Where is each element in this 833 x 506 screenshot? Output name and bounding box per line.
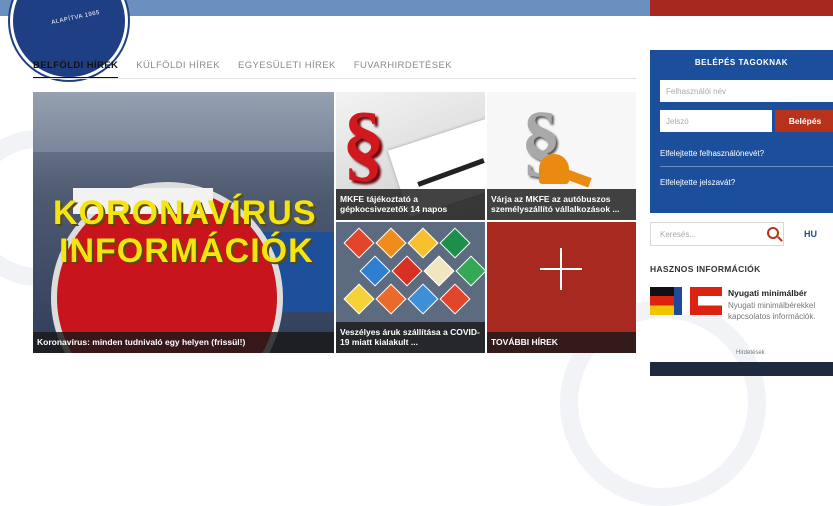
language-switch[interactable]: HU: [804, 229, 817, 239]
hazard-label-icon: [407, 283, 439, 315]
news-caption[interactable]: Veszélyes áruk szállítása a COVID-19 mia…: [336, 322, 485, 353]
hazard-label-icon: [407, 227, 439, 259]
hazard-label-icon: [423, 255, 455, 287]
germany-flag-icon: [650, 287, 674, 315]
top-bar-red: [650, 0, 833, 16]
username-input[interactable]: [660, 80, 833, 102]
ads-bar: [650, 362, 833, 376]
ads-label: Hirdetések: [736, 350, 765, 356]
news-caption[interactable]: MKFE tájékoztató a gépkocsivezetők 14 na…: [336, 189, 485, 220]
hazard-label-icon: [455, 255, 485, 287]
news-caption[interactable]: Várja az MKFE az autóbuszos személyszáll…: [487, 189, 636, 220]
hazard-label-icon: [375, 227, 407, 259]
banner-line-2: INFORMÁCIÓK: [59, 232, 314, 270]
login-button[interactable]: Belépés: [775, 110, 833, 132]
paragraph-sign-icon: §: [342, 94, 385, 190]
hazard-label-icon: [439, 227, 471, 259]
hazard-label-icon: [359, 255, 391, 287]
tab-domestic-news[interactable]: BELFÖLDI HÍREK: [33, 60, 119, 79]
useful-info-title: HASZNOS INFORMÁCIÓK: [650, 264, 761, 274]
tab-freight-ads[interactable]: FUVARHIRDETÉSEK: [354, 60, 452, 79]
login-divider: [660, 166, 833, 167]
figure-image: [556, 166, 592, 188]
news-card-2[interactable]: § Várja az MKFE az autóbuszos személyszá…: [487, 92, 636, 220]
forgot-password-link[interactable]: Elfelejtette jelszavát?: [660, 178, 735, 187]
more-news-caption[interactable]: TOVÁBBI HÍREK: [487, 332, 636, 353]
hazard-label-icon: [391, 255, 423, 287]
street-background: [33, 92, 334, 152]
news-card-3[interactable]: Veszélyes áruk szállítása a COVID-19 mia…: [336, 222, 485, 353]
news-card-1[interactable]: § MKFE tájékoztató a gépkocsivezetők 14 …: [336, 92, 485, 220]
tab-foreign-news[interactable]: KÜLFÖLDI HÍREK: [136, 60, 220, 79]
logo-text: ALAPÍTVA 1965: [50, 9, 101, 27]
password-input[interactable]: [660, 110, 772, 132]
news-card-main[interactable]: KORONAVÍRUS INFORMÁCIÓK Koronavírus: min…: [33, 92, 334, 353]
search-placeholder: Keresés...: [660, 230, 697, 239]
austria-flag-icon: [698, 287, 722, 315]
hazard-label-icon: [343, 283, 375, 315]
search-box[interactable]: Keresés...: [650, 222, 784, 246]
tabs-divider: [33, 78, 636, 79]
useful-item-description: Nyugati minimálbérekkel kapcsolatos info…: [728, 301, 816, 321]
member-login-box: BELÉPÉS TAGOKNAK Belépés Elfelejtette fe…: [650, 50, 833, 213]
plus-icon: [540, 268, 582, 270]
hazard-label-icon: [375, 283, 407, 315]
flags-image[interactable]: [650, 287, 722, 315]
banner-line-1: KORONAVÍRUS: [53, 194, 317, 232]
hazard-label-icon: [439, 283, 471, 315]
login-title: BELÉPÉS TAGOKNAK: [694, 58, 789, 67]
france-flag-icon: [674, 287, 698, 315]
tab-association-news[interactable]: EGYESÜLETI HÍREK: [238, 60, 336, 79]
useful-item-title[interactable]: Nyugati minimálbér: [728, 288, 807, 298]
search-icon[interactable]: [767, 227, 779, 239]
hazard-label-icon: [343, 227, 375, 259]
news-caption[interactable]: Koronavírus: minden tudnivaló egy helyen…: [33, 332, 334, 353]
more-news-card[interactable]: TOVÁBBI HÍREK: [487, 222, 636, 353]
news-tabs: BELFÖLDI HÍREK KÜLFÖLDI HÍREK EGYESÜLETI…: [33, 60, 452, 79]
forgot-username-link[interactable]: Elfelejtette felhasználónevét?: [660, 149, 764, 158]
